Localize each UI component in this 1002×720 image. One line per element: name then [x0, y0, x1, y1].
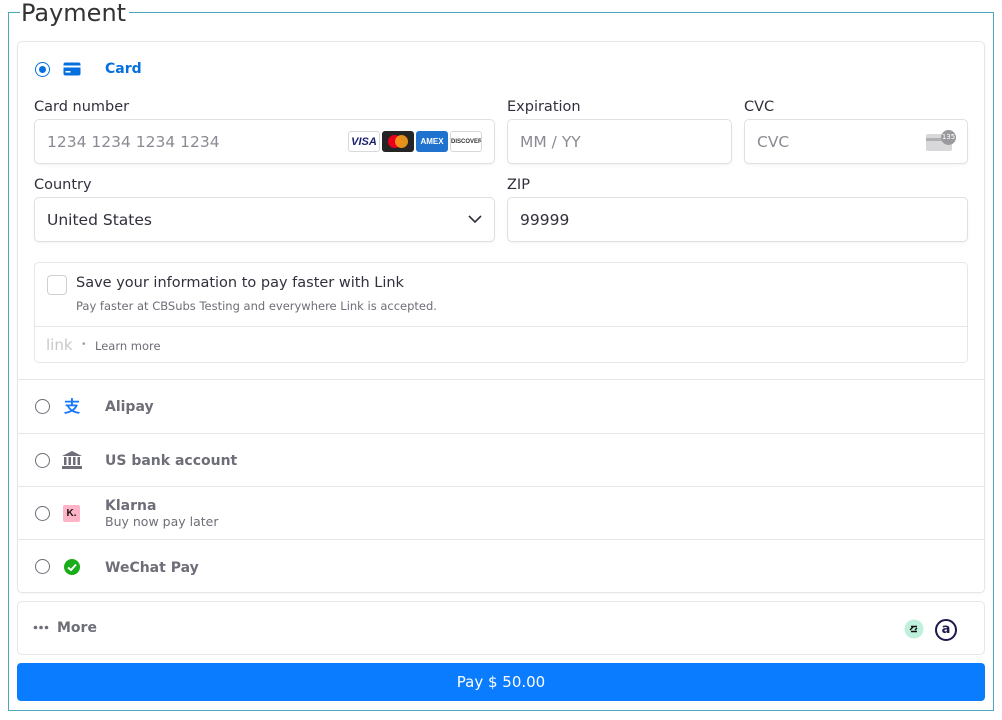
alipay-radio[interactable] — [35, 399, 50, 414]
card-number-placeholder: 1234 1234 1234 1234 — [47, 133, 220, 151]
link-separator-dot: • — [82, 339, 86, 350]
affirm-icon: a — [935, 619, 957, 641]
expiration-label: Expiration — [507, 99, 581, 115]
link-divider — [35, 326, 967, 327]
cashapp-icon — [904, 619, 924, 639]
link-save-subtitle: Pay faster at CBSubs Testing and everywh… — [76, 299, 437, 313]
pay-button[interactable]: Pay $ 50.00 — [17, 663, 985, 701]
country-select[interactable]: United States — [34, 197, 495, 242]
amex-icon: AMEX — [416, 131, 448, 152]
discover-icon: DISCOVER — [450, 131, 482, 152]
wechat-label[interactable]: WeChat Pay — [105, 560, 199, 576]
alipay-icon: 支 — [62, 396, 82, 416]
cvc-card-icon: 135 — [925, 130, 957, 152]
zip-value: 99999 — [520, 211, 570, 229]
card-number-label: Card number — [34, 99, 130, 115]
cvc-code-badge: 135 — [941, 130, 956, 145]
card-radio[interactable] — [35, 62, 50, 77]
card-label[interactable]: Card — [105, 61, 142, 77]
us-bank-label[interactable]: US bank account — [105, 453, 237, 469]
more-methods-row[interactable]: More a — [17, 601, 985, 655]
zip-label: ZIP — [507, 177, 530, 193]
klarna-sublabel: Buy now pay later — [105, 514, 219, 529]
link-save-title[interactable]: Save your information to pay faster with… — [76, 275, 404, 291]
mastercard-icon — [382, 131, 414, 152]
expiration-input[interactable]: MM / YY — [507, 119, 732, 164]
zip-input[interactable]: 99999 — [507, 197, 968, 242]
payment-methods-accordion: Card Card number 1234 1234 1234 1234 VIS… — [17, 41, 985, 593]
country-label: Country — [34, 177, 92, 193]
link-logo: link — [46, 336, 73, 354]
wechat-icon — [63, 558, 81, 576]
svg-text:支: 支 — [63, 397, 81, 416]
more-label[interactable]: More — [57, 620, 97, 636]
link-save-checkbox[interactable] — [47, 275, 67, 295]
klarna-icon: K. — [63, 505, 80, 522]
alipay-label[interactable]: Alipay — [105, 399, 154, 415]
cvc-placeholder: CVC — [757, 133, 790, 151]
klarna-label[interactable]: Klarna — [105, 498, 156, 514]
card-icon — [63, 62, 81, 76]
us-bank-radio[interactable] — [35, 453, 50, 468]
method-divider — [18, 379, 984, 380]
klarna-radio[interactable] — [35, 506, 50, 521]
visa-icon: VISA — [348, 131, 380, 152]
card-number-input[interactable]: 1234 1234 1234 1234 VISA AMEX DISCOVER — [34, 119, 495, 164]
country-value: United States — [47, 211, 152, 229]
chevron-down-icon — [468, 215, 482, 224]
learn-more-link[interactable]: Learn more — [95, 339, 161, 353]
payment-legend: Payment — [20, 0, 130, 26]
cvc-label: CVC — [744, 99, 775, 115]
more-dots-icon — [33, 625, 49, 630]
method-divider — [18, 433, 984, 434]
link-save-box: Save your information to pay faster with… — [34, 262, 968, 363]
wechat-radio[interactable] — [35, 559, 50, 574]
bank-icon — [62, 451, 82, 469]
expiration-placeholder: MM / YY — [520, 133, 581, 151]
method-divider — [18, 486, 984, 487]
method-divider — [18, 539, 984, 540]
cvc-input[interactable]: CVC 135 — [744, 119, 968, 164]
